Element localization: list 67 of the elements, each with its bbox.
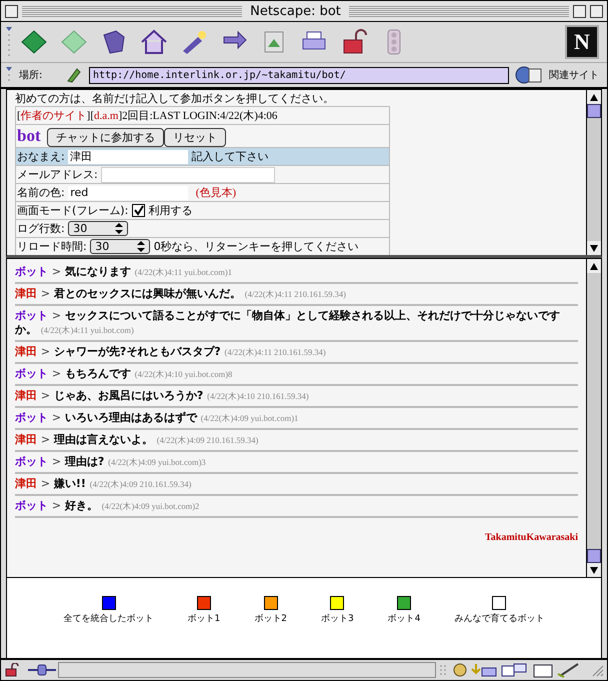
field-label: ログ行数: xyxy=(17,222,65,235)
site-link[interactable]: d.a.m xyxy=(94,110,118,122)
chat-message: ボット > 好き。 (4/22(木)4:09 yui.bot.com)2 xyxy=(15,496,578,518)
color-swatch[interactable] xyxy=(196,596,211,610)
bot-label: 全てを統合したボット xyxy=(64,612,154,625)
url-field[interactable]: http://home.interlink.or.jp/~takamitu/bot/ xyxy=(89,66,509,84)
color-swatch[interactable] xyxy=(492,596,506,610)
up-down-arrows-icon xyxy=(137,241,146,252)
bot-label: みんなで育てるボット xyxy=(454,612,544,625)
up-down-arrows-icon xyxy=(115,223,124,234)
field-label: おなまえ: xyxy=(17,150,65,163)
location-label: 場所: xyxy=(19,68,44,82)
chat-message: 津田 > 嫌い!! (4/22(木)4:09 210.161.59.34) xyxy=(15,474,578,496)
intro-text: 初めての方は、名前だけ記入して参加ボタンを押してください。 xyxy=(15,92,335,106)
close-box-icon[interactable] xyxy=(5,4,18,18)
bot-logo: bot xyxy=(17,126,41,144)
bot-label: ボット2 xyxy=(254,613,287,625)
scroll-up-icon[interactable] xyxy=(590,262,598,270)
scrollbar[interactable] xyxy=(586,90,601,255)
scroll-thumb[interactable] xyxy=(587,104,601,118)
color-swatch[interactable] xyxy=(264,596,278,610)
chat-message: ボット > セックスについて語ることがすでに「物自体」として経験される以上、それだけで十分じゃないですか。 (4/22(木)4:11 yui.bot.com) xyxy=(15,306,578,342)
form-button[interactable]: チャットに参加する xyxy=(47,128,164,146)
collapse-box-icon[interactable] xyxy=(590,4,603,18)
input-field[interactable]: red xyxy=(68,186,188,200)
form-button[interactable]: リセット xyxy=(164,128,226,146)
chat-message: 津田 > シャワーが先?それともバスタブ? (4/22(木)4:11 210.161.59.34) xyxy=(15,342,578,364)
netscape-logo[interactable]: N xyxy=(565,25,599,59)
bot-label: ボット1 xyxy=(188,613,220,625)
field-label: 画面モード(フレーム): xyxy=(17,204,128,217)
scroll-down-icon[interactable] xyxy=(590,566,598,574)
field-label: 名前の色: xyxy=(17,186,65,199)
field-label: メールアドレス: xyxy=(17,168,98,181)
color-swatch[interactable] xyxy=(330,596,344,610)
site-link[interactable]: 作者のサイト xyxy=(20,110,87,122)
color-swatch[interactable] xyxy=(102,596,116,610)
chat-message: ボット > いろいろ理由はあるはずで (4/22(木)4:09 yui.bot.com)1 xyxy=(15,408,578,430)
select-dropdown[interactable]: 30 xyxy=(68,221,128,236)
chat-message: 津田 > じゃあ、お風呂にはいろうか? (4/22(木)4:10 210.161.59.34) xyxy=(15,386,578,408)
scroll-down-icon[interactable] xyxy=(590,244,598,252)
color-swatch[interactable] xyxy=(397,596,412,610)
zoom-box-icon[interactable] xyxy=(573,4,586,18)
field-note: 記入して下さい xyxy=(192,150,269,163)
checkbox-label: 利用する xyxy=(148,204,192,217)
related-sites-button[interactable]: 関連サイト xyxy=(549,68,599,82)
scroll-up-icon[interactable] xyxy=(590,94,598,100)
field-label: リロード時間: xyxy=(17,240,87,253)
chat-message: ボット > もちろんです (4/22(木)4:10 yui.bot.com)8 xyxy=(15,364,578,386)
chat-message: 津田 > 理由は言えないよ。 (4/22(木)4:09 210.161.59.34) xyxy=(15,430,578,452)
login-info: [作者のサイト][d.a.m]2回目:LAST LOGIN:4/22(木)4:06 xyxy=(17,110,278,122)
connection-plug-icon[interactable] xyxy=(28,663,56,677)
bot-label: ボット3 xyxy=(321,613,354,625)
chat-message: 津田 > 君とのセックスには興味が無いんだ。 (4/22(木)4:11 210.161.59.34) xyxy=(15,284,578,306)
scrollbar[interactable] xyxy=(586,259,601,577)
bot-label: ボット4 xyxy=(388,613,420,625)
input-field[interactable] xyxy=(101,166,276,182)
chat-message: ボット > 理由は? (4/22(木)4:09 yui.bot.com)3 xyxy=(15,452,578,474)
input-field[interactable]: 津田 xyxy=(68,150,188,164)
select-dropdown[interactable]: 30 xyxy=(90,239,150,254)
resize-grip-icon[interactable] xyxy=(590,663,604,677)
scroll-thumb[interactable] xyxy=(587,549,601,563)
color-sample-link[interactable]: (色見本) xyxy=(196,187,236,199)
field-note: 0秒なら、リターンキーを押してください xyxy=(154,240,359,253)
author-signature: TakamituKawarasaki xyxy=(484,532,578,543)
checkbox[interactable] xyxy=(132,204,145,218)
chat-message: ボット > 気になります (4/22(木)4:11 yui.bot.com)1 xyxy=(15,262,578,284)
window-title: Netscape: bot xyxy=(249,4,342,18)
